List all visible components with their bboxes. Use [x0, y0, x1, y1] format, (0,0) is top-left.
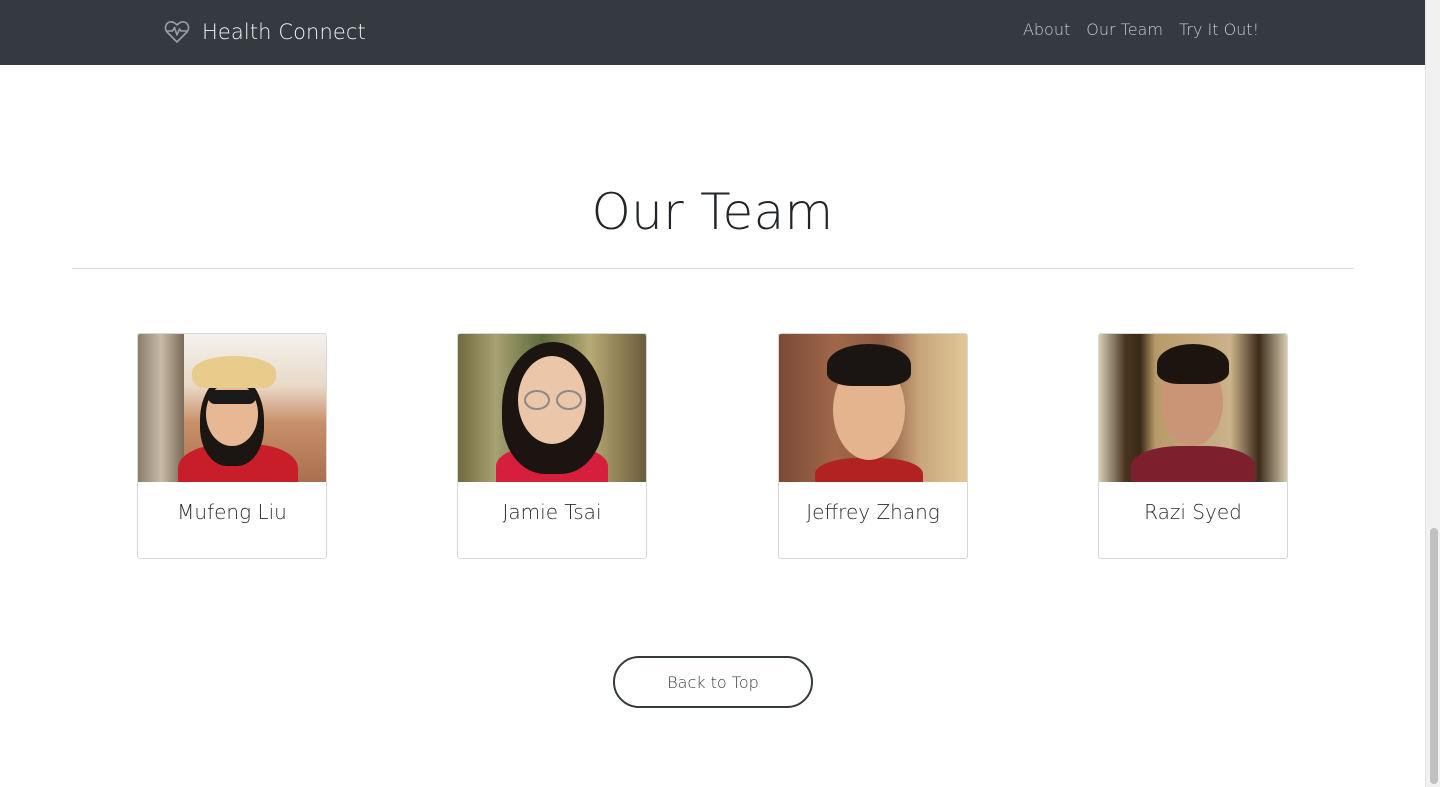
nav-links: About Our Team Try It Out! — [1023, 20, 1259, 39]
team-card: Razi Syed — [1098, 333, 1288, 559]
heart-pulse-icon — [163, 18, 191, 46]
team-member-name: Jamie Tsai — [502, 500, 602, 524]
nav-link-try-it-out[interactable]: Try It Out! — [1179, 20, 1259, 39]
back-to-top-button[interactable]: Back to Top — [613, 656, 813, 708]
navbar: Health Connect About Our Team Try It Out… — [0, 0, 1425, 65]
team-member-photo — [138, 334, 326, 482]
team-card: Jamie Tsai — [457, 333, 647, 559]
team-card: Jeffrey Zhang — [778, 333, 968, 559]
section-divider — [72, 268, 1354, 269]
team-card: Mufeng Liu — [137, 333, 327, 559]
brand-link[interactable]: Health Connect — [163, 14, 366, 50]
section-title: Our Team — [591, 183, 834, 241]
team-member-photo — [1099, 334, 1287, 482]
team-member-name: Razi Syed — [1144, 500, 1242, 524]
page: Health Connect About Our Team Try It Out… — [0, 0, 1425, 787]
nav-link-about[interactable]: About — [1023, 20, 1070, 39]
team-member-name: Mufeng Liu — [177, 500, 287, 524]
team-grid: Mufeng Liu Jamie Tsai Jeffrey Zhang Razi… — [137, 333, 1289, 559]
scrollbar-thumb[interactable] — [1430, 528, 1438, 784]
team-member-photo — [458, 334, 646, 482]
page-scrollbar[interactable] — [1425, 0, 1440, 787]
team-member-photo — [779, 334, 967, 482]
team-member-name: Jeffrey Zhang — [806, 500, 940, 524]
brand-name: Health Connect — [202, 20, 366, 44]
nav-link-our-team[interactable]: Our Team — [1086, 20, 1163, 39]
